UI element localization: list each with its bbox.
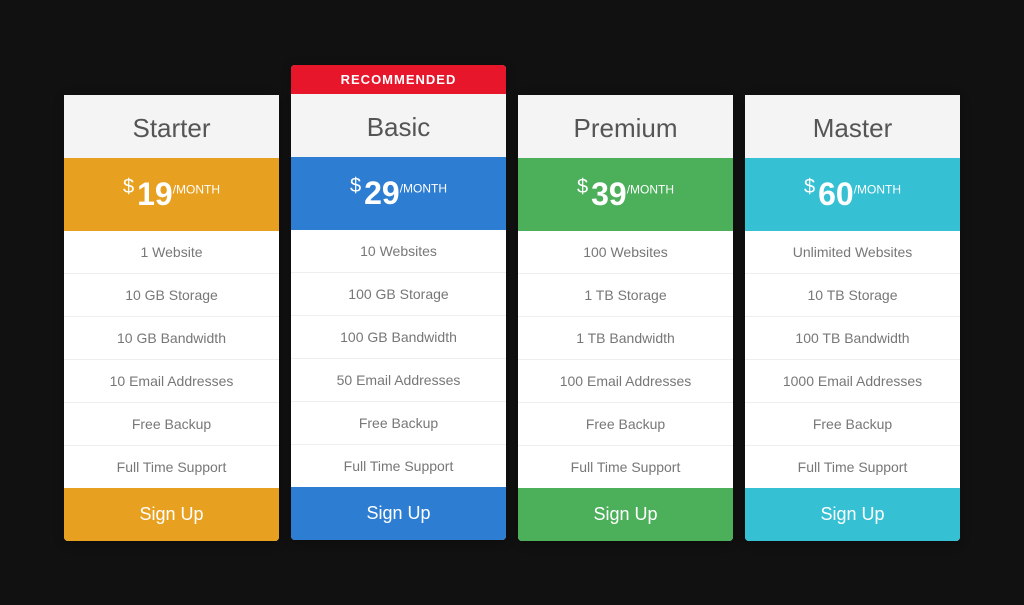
feature-item: 100 GB Storage — [291, 273, 506, 316]
feature-item: 1 Website — [64, 231, 279, 274]
feature-item: 10 GB Storage — [64, 274, 279, 317]
plan-card-master: Master $60/MONTH Unlimited Websites10 TB… — [745, 95, 960, 541]
feature-item: 10 TB Storage — [745, 274, 960, 317]
plan-title-basic: Basic — [291, 94, 506, 157]
plan-price-basic: $29/MONTH — [291, 157, 506, 230]
plan-card-basic: RECOMMENDEDBasic $29/MONTH 10 Websites10… — [291, 65, 506, 540]
currency-symbol: $ — [577, 176, 588, 198]
plan-price-master: $60/MONTH — [745, 158, 960, 231]
plan-price-starter: $19/MONTH — [64, 158, 279, 231]
feature-item: Free Backup — [64, 403, 279, 446]
plan-card-starter: Starter $19/MONTH 1 Website10 GB Storage… — [64, 95, 279, 541]
plan-features-premium: 100 Websites1 TB Storage1 TB Bandwidth10… — [518, 231, 733, 488]
per-month-label: /MONTH — [854, 182, 901, 196]
recommended-badge: RECOMMENDED — [291, 65, 506, 94]
plan-card-premium: Premium $39/MONTH 100 Websites1 TB Stora… — [518, 95, 733, 541]
pricing-container: Starter $19/MONTH 1 Website10 GB Storage… — [44, 45, 980, 561]
feature-item: Free Backup — [518, 403, 733, 446]
feature-item: Full Time Support — [745, 446, 960, 488]
feature-item: 10 Websites — [291, 230, 506, 273]
plan-features-master: Unlimited Websites10 TB Storage100 TB Ba… — [745, 231, 960, 488]
sign-up-button-starter[interactable]: Sign Up — [64, 488, 279, 541]
feature-item: 100 TB Bandwidth — [745, 317, 960, 360]
plan-title-premium: Premium — [518, 95, 733, 158]
plan-features-starter: 1 Website10 GB Storage10 GB Bandwidth10 … — [64, 231, 279, 488]
per-month-label: /MONTH — [400, 181, 447, 195]
feature-item: Free Backup — [745, 403, 960, 446]
sign-up-button-premium[interactable]: Sign Up — [518, 488, 733, 541]
sign-up-button-master[interactable]: Sign Up — [745, 488, 960, 541]
plan-features-basic: 10 Websites100 GB Storage100 GB Bandwidt… — [291, 230, 506, 487]
currency-symbol: $ — [350, 175, 361, 197]
currency-symbol: $ — [804, 176, 815, 198]
feature-item: Unlimited Websites — [745, 231, 960, 274]
plan-title-starter: Starter — [64, 95, 279, 158]
feature-item: 100 Email Addresses — [518, 360, 733, 403]
plan-title-master: Master — [745, 95, 960, 158]
feature-item: 10 Email Addresses — [64, 360, 279, 403]
feature-item: 50 Email Addresses — [291, 359, 506, 402]
feature-item: 100 Websites — [518, 231, 733, 274]
per-month-label: /MONTH — [627, 182, 674, 196]
currency-symbol: $ — [123, 176, 134, 198]
feature-item: Full Time Support — [518, 446, 733, 488]
feature-item: 1 TB Bandwidth — [518, 317, 733, 360]
per-month-label: /MONTH — [173, 182, 220, 196]
feature-item: 10 GB Bandwidth — [64, 317, 279, 360]
feature-item: Full Time Support — [64, 446, 279, 488]
feature-item: 100 GB Bandwidth — [291, 316, 506, 359]
plan-price-premium: $39/MONTH — [518, 158, 733, 231]
feature-item: Full Time Support — [291, 445, 506, 487]
feature-item: Free Backup — [291, 402, 506, 445]
feature-item: 1000 Email Addresses — [745, 360, 960, 403]
feature-item: 1 TB Storage — [518, 274, 733, 317]
sign-up-button-basic[interactable]: Sign Up — [291, 487, 506, 540]
